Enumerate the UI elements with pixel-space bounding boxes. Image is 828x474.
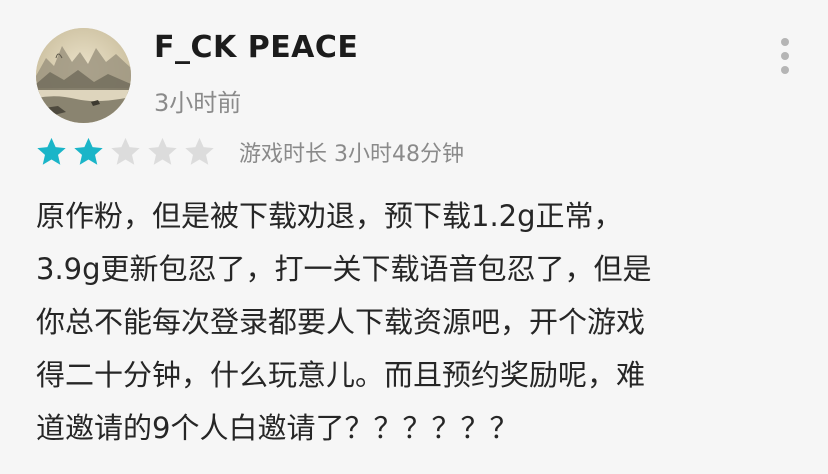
review-text-line: 道邀请的9个人白邀请了？？？？？？: [36, 411, 519, 445]
username[interactable]: F_CK PEACE: [154, 30, 358, 65]
star-icon: [37, 137, 66, 165]
review-text-line: 你总不能每次登录都要人下载资源吧，开个游戏: [36, 305, 646, 339]
review-text-line: 得二十分钟，什么玩意儿。而且预约奖励呢，难: [36, 358, 646, 392]
star-rating: [34, 135, 219, 169]
playtime-label: 游戏时长 3小时48分钟: [239, 142, 464, 167]
rating-row: 游戏时长 3小时48分钟: [34, 134, 464, 170]
star-icon: [111, 137, 140, 165]
review-timestamp: 3小时前: [154, 89, 242, 117]
landscape-painting-avatar: [36, 28, 131, 123]
menu-dot: [781, 66, 789, 74]
star-icon: [185, 137, 214, 165]
review-card: F_CK PEACE 3小时前 游戏时长 3小时48分钟 原作粉，但是被下载劝退…: [0, 0, 828, 474]
review-text-line: 原作粉，但是被下载劝退，预下载1.2g正常，: [36, 199, 623, 233]
more-vertical-icon[interactable]: [770, 36, 800, 76]
review-text: 原作粉，但是被下载劝退，预下载1.2g正常， 3.9g更新包忍了，打一关下载语音包…: [36, 190, 796, 455]
star-icon: [148, 137, 177, 165]
menu-dot: [781, 38, 789, 46]
star-icon: [74, 137, 103, 165]
avatar[interactable]: [36, 28, 131, 123]
review-text-line: 3.9g更新包忍了，打一关下载语音包忍了，但是: [36, 252, 652, 286]
menu-dot: [781, 52, 789, 60]
